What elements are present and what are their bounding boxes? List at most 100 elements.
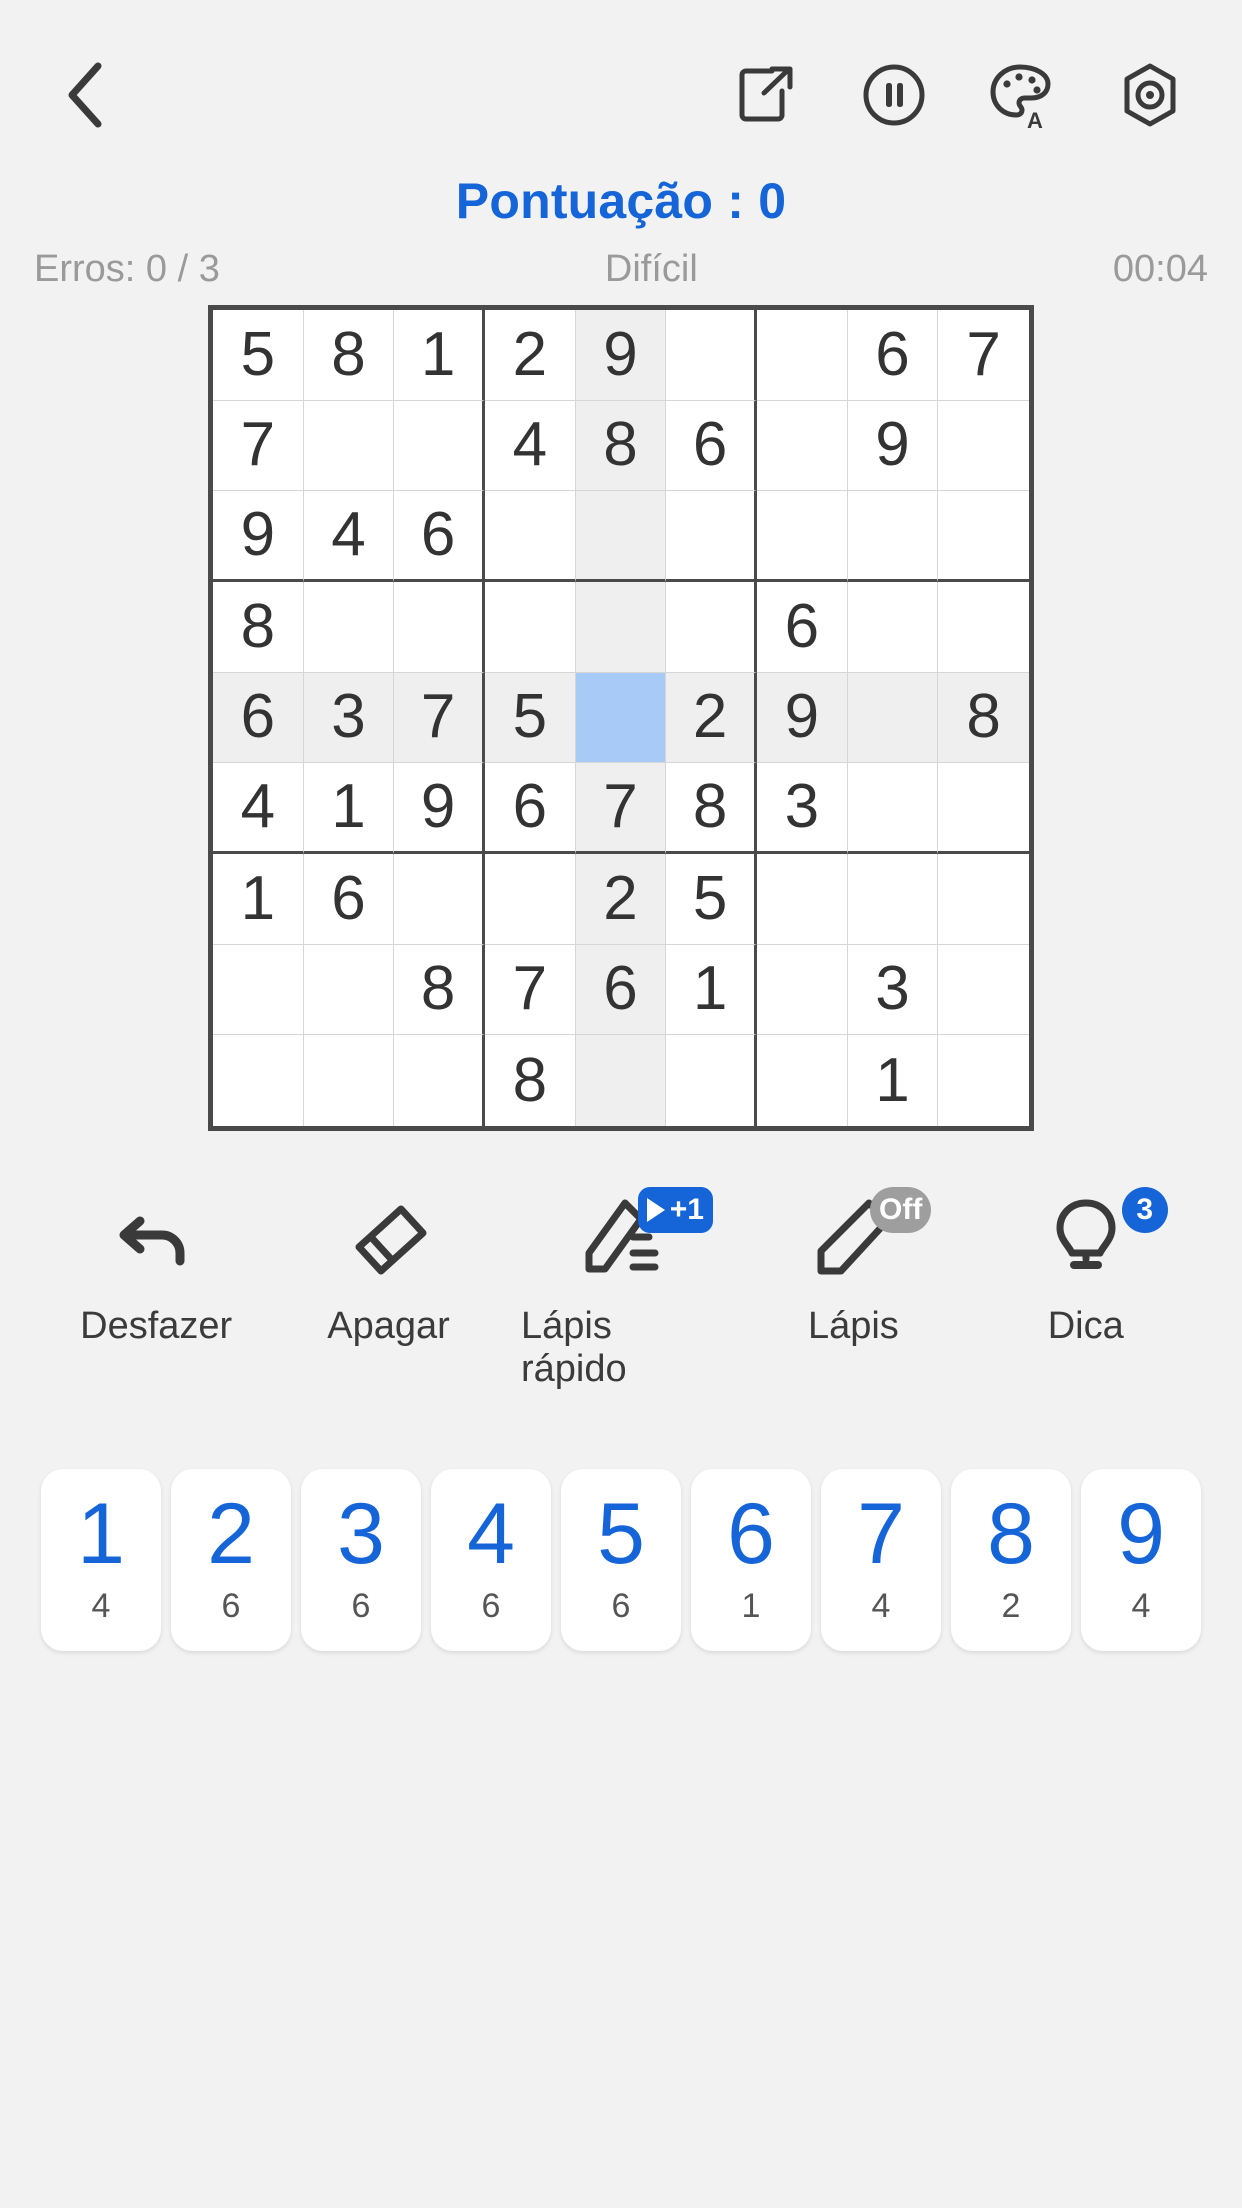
sudoku-cell-r4c8[interactable] bbox=[847, 581, 939, 673]
numpad-key-1[interactable]: 14 bbox=[41, 1469, 161, 1651]
numpad-key-3[interactable]: 36 bbox=[301, 1469, 421, 1651]
sudoku-cell-r1c1[interactable]: 5 bbox=[213, 310, 304, 401]
numpad-key-7[interactable]: 74 bbox=[821, 1469, 941, 1651]
sudoku-cell-r5c2[interactable]: 3 bbox=[303, 672, 395, 764]
sudoku-cell-r4c4[interactable] bbox=[484, 581, 576, 673]
settings-button[interactable] bbox=[1114, 59, 1186, 131]
sudoku-cell-r3c6[interactable] bbox=[666, 491, 757, 582]
sudoku-cell-r9c5[interactable] bbox=[575, 1035, 667, 1126]
sudoku-cell-r8c9[interactable] bbox=[938, 944, 1029, 1036]
back-button[interactable] bbox=[48, 58, 122, 132]
sudoku-cell-r2c3[interactable] bbox=[394, 400, 485, 492]
sudoku-cell-r3c5[interactable] bbox=[575, 491, 667, 582]
numpad-key-8[interactable]: 82 bbox=[951, 1469, 1071, 1651]
sudoku-cell-r1c5[interactable]: 9 bbox=[575, 310, 667, 401]
sudoku-cell-r7c5[interactable]: 2 bbox=[575, 853, 667, 945]
tool-button-undo[interactable]: Desfazer bbox=[56, 1193, 256, 1348]
sudoku-cell-r5c5[interactable] bbox=[575, 672, 667, 764]
sudoku-cell-r6c4[interactable]: 6 bbox=[484, 763, 576, 854]
sudoku-cell-r7c3[interactable] bbox=[394, 853, 485, 945]
sudoku-cell-r9c6[interactable] bbox=[666, 1035, 757, 1126]
sudoku-cell-r4c6[interactable] bbox=[666, 581, 757, 673]
sudoku-cell-r3c1[interactable]: 9 bbox=[213, 491, 304, 582]
pause-button[interactable] bbox=[858, 59, 930, 131]
sudoku-cell-r3c4[interactable] bbox=[484, 491, 576, 582]
tool-button-quick-pencil[interactable]: +1 Lápis rápido bbox=[521, 1187, 721, 1391]
sudoku-cell-r9c7[interactable] bbox=[756, 1035, 848, 1126]
sudoku-cell-r4c1[interactable]: 8 bbox=[213, 581, 304, 673]
sudoku-cell-r1c8[interactable]: 6 bbox=[847, 310, 939, 401]
sudoku-cell-r5c7[interactable]: 9 bbox=[756, 672, 848, 764]
sudoku-cell-r9c3[interactable] bbox=[394, 1035, 485, 1126]
share-button[interactable] bbox=[730, 59, 802, 131]
sudoku-cell-r4c5[interactable] bbox=[575, 581, 667, 673]
sudoku-cell-r8c6[interactable]: 1 bbox=[666, 944, 757, 1036]
sudoku-cell-r2c5[interactable]: 8 bbox=[575, 400, 667, 492]
numpad-key-5[interactable]: 56 bbox=[561, 1469, 681, 1651]
numpad-key-6[interactable]: 61 bbox=[691, 1469, 811, 1651]
sudoku-cell-r1c4[interactable]: 2 bbox=[484, 310, 576, 401]
sudoku-cell-r5c9[interactable]: 8 bbox=[938, 672, 1029, 764]
sudoku-cell-r5c1[interactable]: 6 bbox=[213, 672, 304, 764]
sudoku-cell-r6c8[interactable] bbox=[847, 763, 939, 854]
sudoku-cell-r3c7[interactable] bbox=[756, 491, 848, 582]
sudoku-cell-r9c4[interactable]: 8 bbox=[484, 1035, 576, 1126]
sudoku-cell-r8c2[interactable] bbox=[303, 944, 395, 1036]
sudoku-cell-r8c7[interactable] bbox=[756, 944, 848, 1036]
sudoku-cell-r8c3[interactable]: 8 bbox=[394, 944, 485, 1036]
sudoku-cell-r7c1[interactable]: 1 bbox=[213, 853, 304, 945]
sudoku-cell-r5c6[interactable]: 2 bbox=[666, 672, 757, 764]
sudoku-cell-r7c7[interactable] bbox=[756, 853, 848, 945]
numpad-key-2[interactable]: 26 bbox=[171, 1469, 291, 1651]
sudoku-cell-r3c3[interactable]: 6 bbox=[394, 491, 485, 582]
numpad-key-9[interactable]: 94 bbox=[1081, 1469, 1201, 1651]
sudoku-cell-r8c8[interactable]: 3 bbox=[847, 944, 939, 1036]
numpad-key-4[interactable]: 46 bbox=[431, 1469, 551, 1651]
sudoku-cell-r1c6[interactable] bbox=[666, 310, 757, 401]
sudoku-cell-r8c4[interactable]: 7 bbox=[484, 944, 576, 1036]
sudoku-cell-r5c4[interactable]: 5 bbox=[484, 672, 576, 764]
sudoku-cell-r2c4[interactable]: 4 bbox=[484, 400, 576, 492]
sudoku-cell-r6c5[interactable]: 7 bbox=[575, 763, 667, 854]
sudoku-cell-r6c1[interactable]: 4 bbox=[213, 763, 304, 854]
sudoku-cell-r6c6[interactable]: 8 bbox=[666, 763, 757, 854]
sudoku-cell-r7c4[interactable] bbox=[484, 853, 576, 945]
sudoku-cell-r5c3[interactable]: 7 bbox=[394, 672, 485, 764]
sudoku-cell-r3c9[interactable] bbox=[938, 491, 1029, 582]
tool-button-hint-bulb[interactable]: 3 Dica bbox=[986, 1187, 1186, 1348]
sudoku-cell-r3c8[interactable] bbox=[847, 491, 939, 582]
sudoku-cell-r2c2[interactable] bbox=[303, 400, 395, 492]
sudoku-cell-r9c1[interactable] bbox=[213, 1035, 304, 1126]
sudoku-cell-r7c9[interactable] bbox=[938, 853, 1029, 945]
sudoku-cell-r2c6[interactable]: 6 bbox=[666, 400, 757, 492]
sudoku-cell-r2c8[interactable]: 9 bbox=[847, 400, 939, 492]
sudoku-cell-r1c7[interactable] bbox=[756, 310, 848, 401]
sudoku-cell-r2c9[interactable] bbox=[938, 400, 1029, 492]
sudoku-cell-r3c2[interactable]: 4 bbox=[303, 491, 395, 582]
sudoku-cell-r1c2[interactable]: 8 bbox=[303, 310, 395, 401]
sudoku-cell-r2c7[interactable] bbox=[756, 400, 848, 492]
sudoku-cell-r6c3[interactable]: 9 bbox=[394, 763, 485, 854]
sudoku-cell-r1c9[interactable]: 7 bbox=[938, 310, 1029, 401]
sudoku-cell-r9c9[interactable] bbox=[938, 1035, 1029, 1126]
sudoku-cell-r4c9[interactable] bbox=[938, 581, 1029, 673]
sudoku-cell-r6c7[interactable]: 3 bbox=[756, 763, 848, 854]
sudoku-cell-r2c1[interactable]: 7 bbox=[213, 400, 304, 492]
sudoku-cell-r1c3[interactable]: 1 bbox=[394, 310, 485, 401]
sudoku-cell-r9c8[interactable]: 1 bbox=[847, 1035, 939, 1126]
sudoku-cell-r4c3[interactable] bbox=[394, 581, 485, 673]
sudoku-cell-r6c2[interactable]: 1 bbox=[303, 763, 395, 854]
sudoku-cell-r7c2[interactable]: 6 bbox=[303, 853, 395, 945]
sudoku-cell-r4c2[interactable] bbox=[303, 581, 395, 673]
sudoku-board[interactable]: 5812967748699468663752984196783162587613… bbox=[208, 305, 1034, 1131]
sudoku-cell-r8c5[interactable]: 6 bbox=[575, 944, 667, 1036]
sudoku-cell-r5c8[interactable] bbox=[847, 672, 939, 764]
sudoku-cell-r7c8[interactable] bbox=[847, 853, 939, 945]
tool-button-pencil[interactable]: Off Lápis bbox=[753, 1187, 953, 1348]
theme-button[interactable]: A bbox=[986, 59, 1058, 131]
sudoku-cell-r8c1[interactable] bbox=[213, 944, 304, 1036]
sudoku-cell-r4c7[interactable]: 6 bbox=[756, 581, 848, 673]
tool-button-eraser[interactable]: Apagar bbox=[289, 1193, 489, 1348]
sudoku-cell-r7c6[interactable]: 5 bbox=[666, 853, 757, 945]
sudoku-cell-r9c2[interactable] bbox=[303, 1035, 395, 1126]
